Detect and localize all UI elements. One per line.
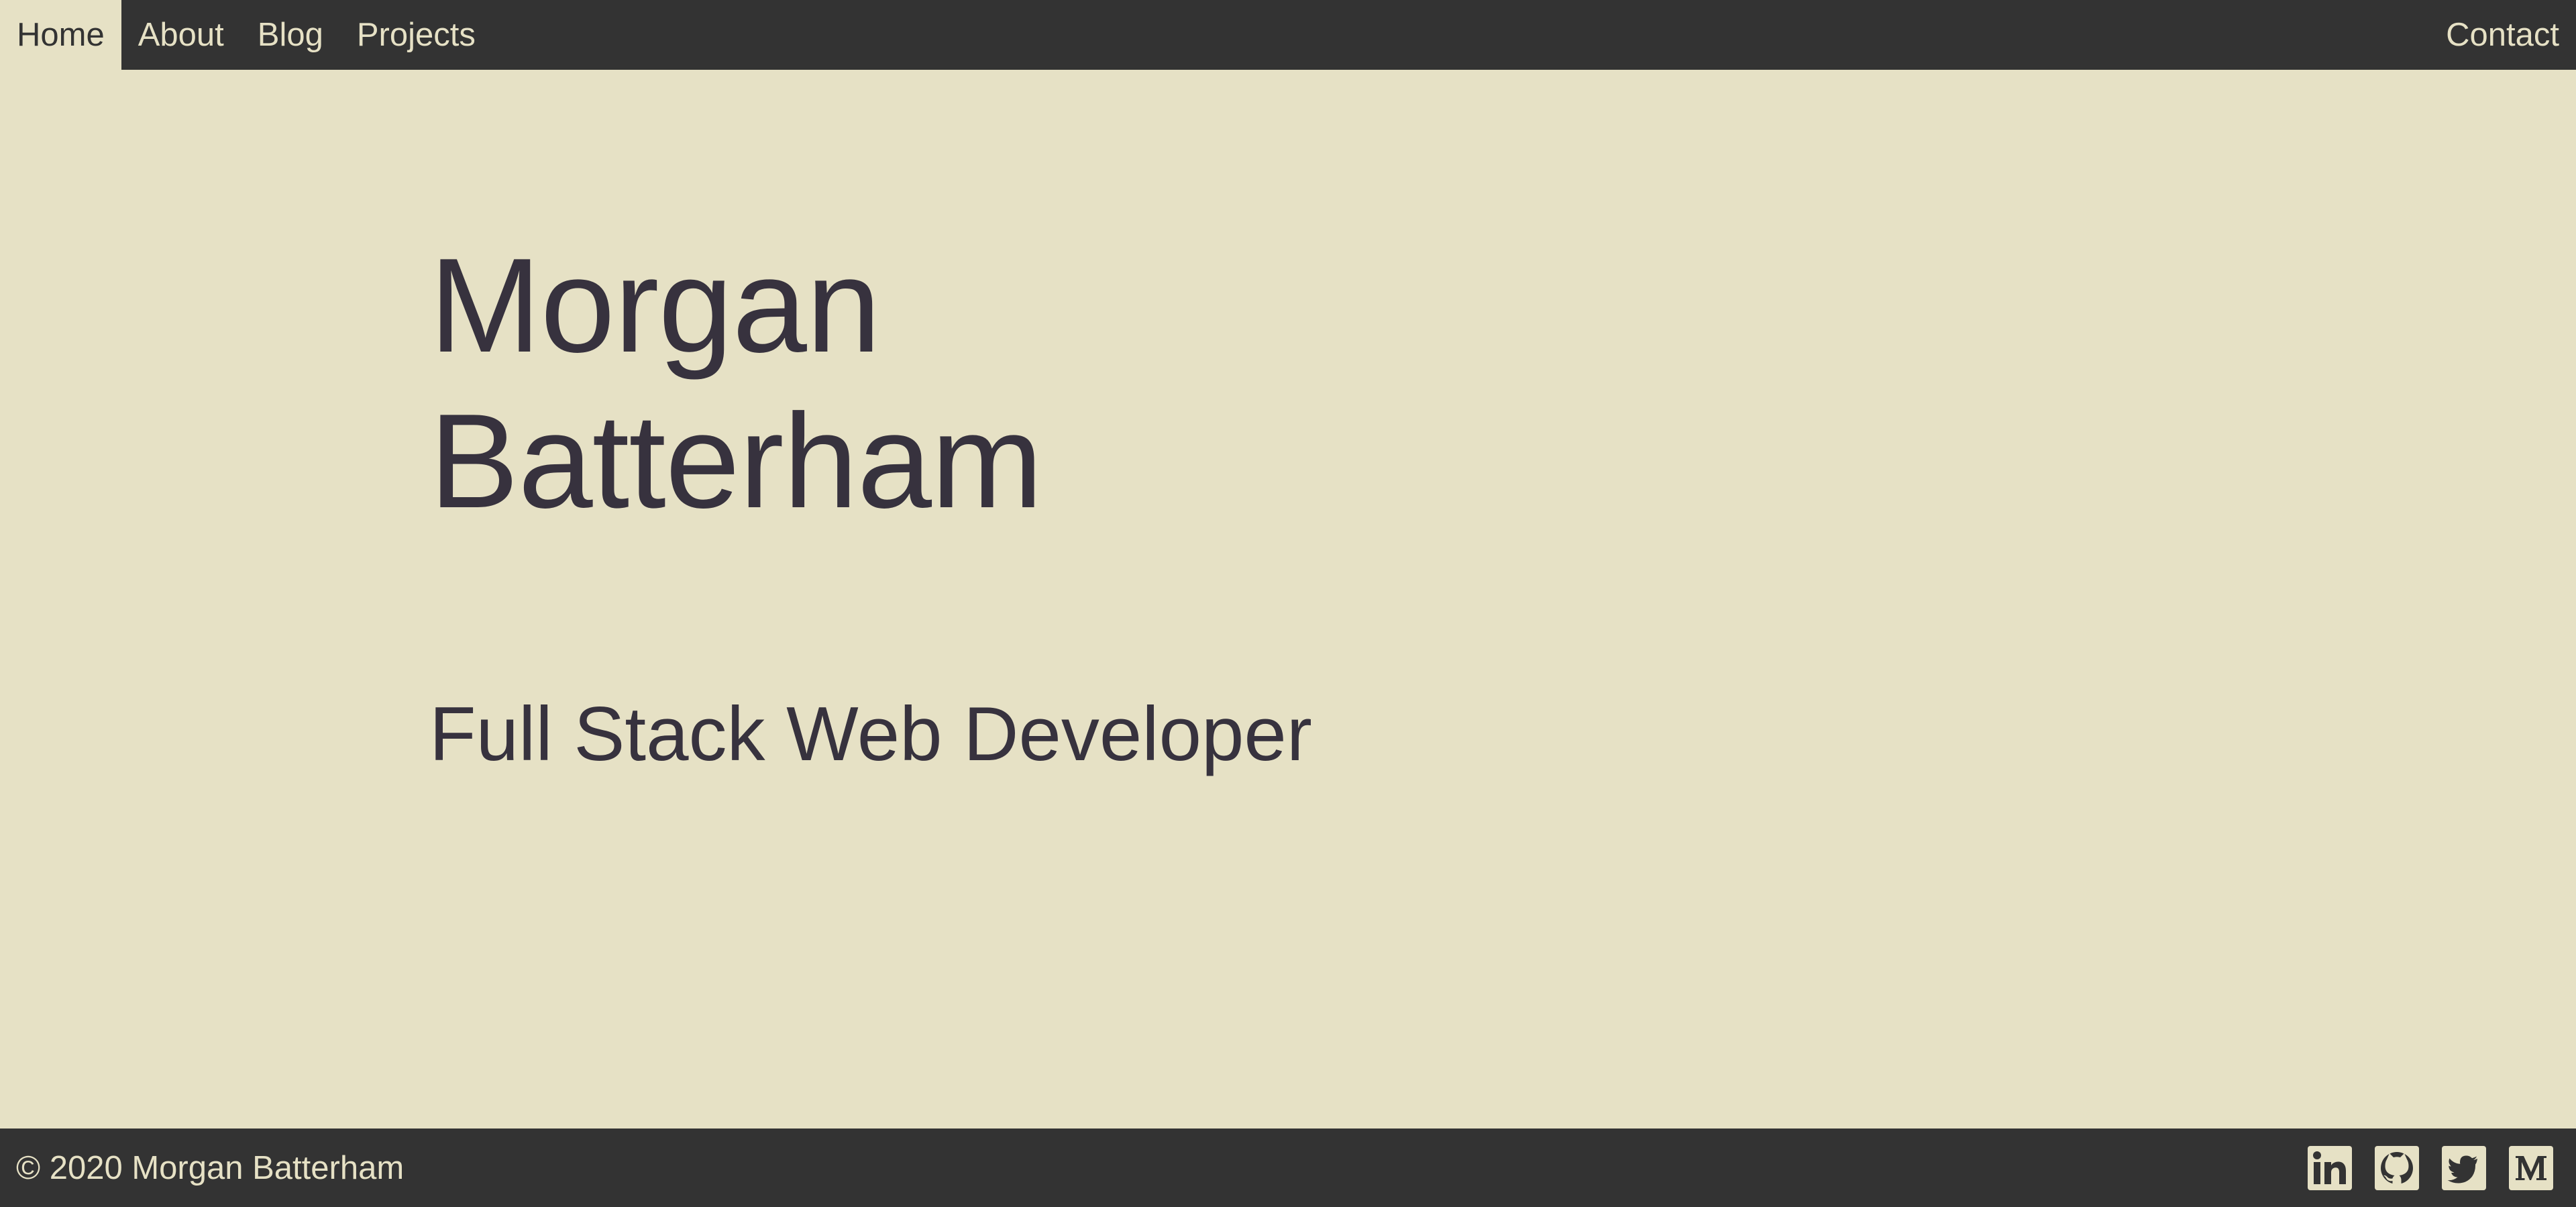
twitter-icon — [2442, 1145, 2486, 1190]
hero-role: Full Stack Web Developer — [429, 692, 1312, 777]
top-navbar: Home About Blog Projects Contact — [0, 0, 2576, 70]
twitter-link[interactable] — [2442, 1145, 2486, 1190]
footer: © 2020 Morgan Batterham — [0, 1129, 2576, 1207]
hero-name: Morgan Batterham — [429, 228, 1043, 539]
nav-about-link[interactable]: About — [121, 0, 241, 70]
medium-link[interactable] — [2509, 1145, 2553, 1190]
nav-blog-link[interactable]: Blog — [241, 0, 340, 70]
hero-section: Morgan Batterham Full Stack Web Developer — [429, 228, 1312, 777]
social-links — [2308, 1145, 2553, 1190]
nav-home-link[interactable]: Home — [0, 0, 121, 70]
nav-projects-link[interactable]: Projects — [340, 0, 492, 70]
github-icon — [2375, 1145, 2419, 1190]
hero-first-name: Morgan — [429, 231, 881, 380]
linkedin-link[interactable] — [2308, 1145, 2352, 1190]
github-link[interactable] — [2375, 1145, 2419, 1190]
medium-icon — [2509, 1145, 2553, 1190]
nav-contact-link[interactable]: Contact — [2429, 0, 2576, 70]
copyright-text: © 2020 Morgan Batterham — [16, 1149, 405, 1186]
linkedin-icon — [2308, 1145, 2352, 1190]
hero-last-name: Batterham — [429, 386, 1043, 536]
page: Home About Blog Projects Contact Morgan B… — [0, 0, 2576, 1207]
